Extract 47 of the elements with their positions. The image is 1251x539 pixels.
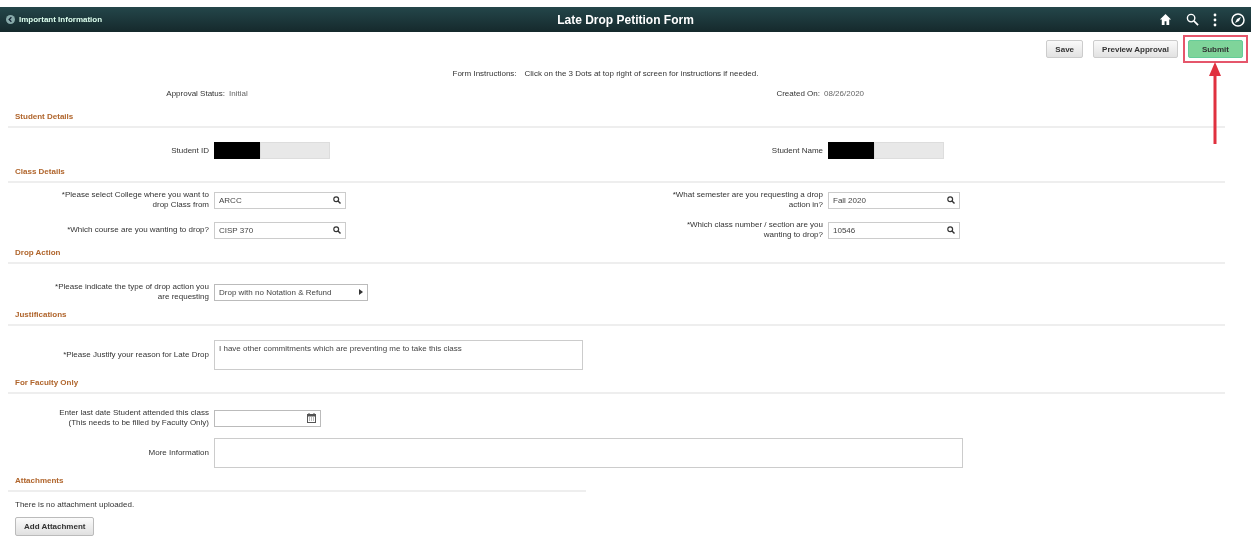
page-title: Late Drop Petition Form xyxy=(557,12,694,27)
lookup-field[interactable]: 10546 xyxy=(828,221,960,239)
instructions-label: Form Instructions: xyxy=(452,68,517,78)
action-button[interactable]: Save xyxy=(1046,40,1084,58)
more-dots-icon[interactable] xyxy=(1213,12,1217,27)
field-label: *Which course are you wanting to drop? xyxy=(67,225,210,235)
field-label: *What semester are you requesting a drop action in? xyxy=(671,190,824,210)
field-label: More Information xyxy=(148,448,210,458)
field-label: Student ID xyxy=(171,145,210,156)
section-heading: Drop Action xyxy=(8,242,1225,264)
calendar-icon[interactable] xyxy=(307,413,316,423)
instructions-text: Click on the 3 Dots at top right of screen for instructions if needed. xyxy=(524,68,759,78)
action-button[interactable]: Preview Approval xyxy=(1093,40,1178,58)
section-heading: Attachments xyxy=(8,470,586,492)
field-label: *Please select College where you want to drop Class from xyxy=(60,190,210,210)
section-heading: Student Details xyxy=(8,106,1225,128)
submit-button[interactable]: Submit xyxy=(1187,40,1243,58)
compass-icon[interactable] xyxy=(1231,12,1245,27)
back-icon[interactable] xyxy=(6,15,15,24)
lookup-field[interactable]: Fall 2020 xyxy=(828,191,960,209)
search-icon[interactable] xyxy=(947,196,955,204)
search-icon[interactable] xyxy=(1186,13,1199,26)
field-label: Approval Status: xyxy=(165,88,226,98)
search-icon[interactable] xyxy=(333,226,341,234)
attachment-note: There is no attachment uploaded. xyxy=(15,500,136,509)
field-label: *Please indicate the type of drop action you are requesting xyxy=(54,282,210,302)
search-icon[interactable] xyxy=(333,196,341,204)
section-heading: For Faculty Only xyxy=(8,372,1225,394)
add-attachment-button[interactable]: Add Attachment xyxy=(15,517,95,536)
date-field[interactable] xyxy=(214,409,321,427)
field-label: *Which class number / section are you wanting to drop? xyxy=(685,220,824,240)
home-icon[interactable] xyxy=(1159,13,1172,26)
section-heading: Justifications xyxy=(8,304,1225,326)
field-value: Initial xyxy=(229,88,249,98)
lookup-field[interactable]: CISP 370 xyxy=(214,221,346,239)
field-value: 08/26/2020 xyxy=(824,88,866,98)
important-information-link[interactable]: Important Information xyxy=(19,15,103,24)
lookup-field[interactable]: ARCC xyxy=(214,191,346,209)
section-heading: Class Details xyxy=(8,161,1225,183)
field-label: *Please Justify your reason for Late Drop xyxy=(63,350,210,360)
field-label: Created On: xyxy=(775,88,821,98)
search-icon[interactable] xyxy=(947,226,955,234)
field-label: Student Name xyxy=(771,145,824,156)
text-area[interactable]: I have other commitments which are preventing me to take this class xyxy=(214,340,583,370)
dropdown-field[interactable]: Drop with no Notation & Refund xyxy=(214,283,368,301)
field-label: Enter last date Student attended this class (This needs to be filled by Faculty Only) xyxy=(58,408,210,428)
caret-icon xyxy=(359,289,363,295)
